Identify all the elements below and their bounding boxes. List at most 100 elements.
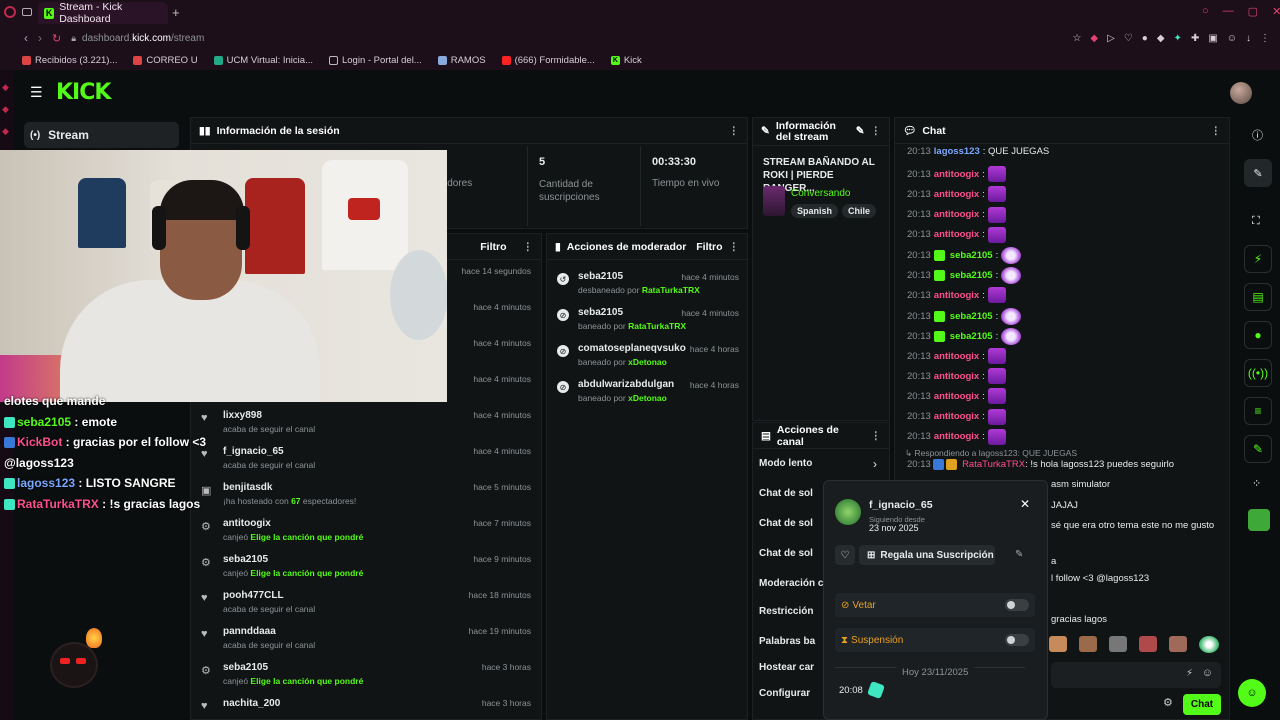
mod-target-user[interactable]: comatoseplaneqvsuko [578,343,686,354]
chat-username[interactable]: antitoogix [934,431,979,442]
emote-icon[interactable] [1109,636,1127,652]
bookmark-item[interactable]: (666) Formidable... [501,55,595,66]
bookmark-item[interactable]: Login - Portal del... [328,55,422,66]
more-icon[interactable]: ⋮ [871,126,882,137]
heart-icon[interactable]: ♡ [1124,33,1133,44]
close-icon[interactable]: ✕ [1020,497,1030,511]
ext-icon[interactable]: ● [1142,33,1148,44]
ext-icon[interactable]: ◆ [1157,33,1165,44]
play-icon[interactable]: ▷ [1107,33,1115,44]
activity-username[interactable]: pannddaaa [223,626,276,637]
emote-icon[interactable] [1169,636,1187,652]
search-tabs-icon[interactable]: ○ [1202,5,1209,18]
activity-item[interactable]: ♥ nachita_200 hace 3 horas [191,692,541,719]
chat-username[interactable]: antitoogix [934,229,979,240]
settings-gear-icon[interactable]: ⚙ [1163,696,1173,709]
extension-app-icon[interactable] [1248,509,1270,531]
chat-message[interactable]: 20:13 lagoss123: QUE JUEGAS [907,146,1049,157]
mod-target-user[interactable]: seba2105 [578,271,623,282]
activity-username[interactable]: antitoogix [223,518,271,529]
activity-item[interactable]: ♥ lixxy898 acaba de seguir el canal hace 4 … [191,404,541,440]
activity-item[interactable]: ⚙ antitoogix canjeó Elige la canción que p… [191,512,541,548]
edit-icon[interactable]: ✎ [856,126,865,137]
quick-action-icon[interactable]: ⚡︎ [1244,245,1272,273]
avatar[interactable] [1230,82,1252,104]
activity-username[interactable]: seba2105 [223,554,268,565]
bookmark-item[interactable]: K Kick [610,55,642,66]
maximize-icon[interactable]: ▢ [1248,5,1258,18]
menu-icon[interactable]: ⋮ [1260,33,1270,44]
chat-username[interactable]: antitoogix [934,391,979,402]
edit-layout-icon[interactable]: ✎ [1244,159,1272,187]
info-icon[interactable]: ⓘ [1252,127,1263,143]
reload-icon[interactable]: ↻ [52,32,61,45]
mod-target-user[interactable]: abdulwarizabdulgan [578,379,674,390]
chat-username[interactable]: antitoogix [934,371,979,382]
chat-username[interactable]: seba2105 [950,270,993,281]
emote-icon[interactable] [1139,636,1157,652]
activity-username[interactable]: f_ignacio_65 [223,446,284,457]
send-chat-button[interactable]: Chat [1183,694,1221,715]
chat-bubble-icon[interactable]: ● [1244,321,1272,349]
address-field[interactable]: dashboard.kick.com/stream [82,33,204,44]
chat-username[interactable]: antitoogix [934,209,979,220]
nav-stream[interactable]: (•) Stream [24,122,179,148]
activity-username[interactable]: benjitasdk [223,482,272,493]
clipboard-icon[interactable]: ▤ [1244,283,1272,311]
activity-item[interactable]: ♥ pooh477CLL acaba de seguir el canal hace … [191,584,541,620]
new-tab-icon[interactable]: + [172,5,180,20]
activity-item[interactable]: ⚙ seba2105 canjeó Elige la canción que pon… [191,548,541,584]
download-icon[interactable]: ↓ [1246,33,1251,44]
mod-action-item[interactable]: ⊘ abdulwarizabdulgan baneado por xDetonao h… [547,374,747,410]
mod-filter-button[interactable]: Filtro [696,241,722,253]
tab-kick-dashboard[interactable]: K Stream - Kick Dashboard [38,1,168,25]
chat-message[interactable]: 20:13 RataTurkaTRX: !s hola lagoss123 pu… [907,459,1174,470]
bookmark-star-icon[interactable]: ☆ [1072,33,1081,44]
chat-message[interactable]: 20:13 antitoogix: [907,166,1006,183]
chat-message[interactable]: 20:13 seba2105: [907,327,1022,345]
follow-heart-button[interactable]: ♡ [835,545,855,565]
bookmark-item[interactable]: CORREO U [133,55,198,66]
emote-icon[interactable] [1199,636,1219,653]
chat-message[interactable]: 20:13 antitoogix: [907,408,1006,425]
activity-item[interactable]: ♥ pannddaaa acaba de seguir el canal hace 1… [191,620,541,656]
bookmark-item[interactable]: UCM Virtual: Inicia... [213,55,313,66]
mod-target-user[interactable]: seba2105 [578,307,623,318]
chat-message[interactable]: 20:13 seba2105: [907,307,1022,325]
activity-item[interactable]: ⚙ seba2105 canjeó Elige la canción que pon… [191,656,541,692]
activity-username[interactable]: seba2105 [223,662,268,673]
moderator-name[interactable]: xDetonao [628,393,667,403]
shield-icon[interactable]: ◆ [1090,33,1098,44]
puzzle-icon[interactable]: ✚ [1191,33,1199,44]
chat-username[interactable]: antitoogix [934,290,979,301]
activity-username[interactable]: pooh477CLL [223,590,284,601]
tag[interactable]: Spanish [791,204,839,218]
emote-icon[interactable] [1049,636,1067,652]
chat-username[interactable]: antitoogix [934,169,979,180]
moderator-name[interactable]: RataTurkaTRX [642,285,700,295]
moderator-name[interactable]: xDetonao [628,357,667,367]
kick-logo[interactable]: KICK [56,80,111,105]
chat-username[interactable]: seba2105 [950,311,993,322]
help-chat-icon[interactable]: ☺ [1238,679,1266,707]
tag[interactable]: Chile [842,204,877,218]
pin-icon[interactable]: ✎ [1015,549,1023,560]
mod-action-item[interactable]: ↺ seba2105 desbaneado por RataTurkaTRX hace… [547,266,747,302]
chat-message[interactable]: 20:13 antitoogix: [907,388,1006,405]
mod-action-item[interactable]: ⊘ comatoseplaneqvsuko baneado por xDetonao… [547,338,747,374]
chat-message[interactable]: 20:13 seba2105: [907,247,1022,264]
chat-message[interactable]: 20:13 antitoogix: [907,428,1006,445]
shortcuts-icon[interactable]: ⚡︎ [1186,668,1193,679]
browser-logo-icon[interactable] [4,6,16,18]
chat-message[interactable]: 20:13 antitoogix: [907,206,1006,223]
activity-filter-button[interactable]: Filtro [480,241,506,253]
minimize-icon[interactable]: — [1223,5,1234,18]
chat-username[interactable]: seba2105 [950,250,993,261]
timeout-toggle[interactable] [1005,634,1029,646]
chat-username[interactable]: antitoogix [934,411,979,422]
chat-username[interactable]: antitoogix [934,189,979,200]
chat-message[interactable]: 20:13 antitoogix: [907,368,1006,385]
activity-item[interactable]: ♥ f_ignacio_65 acaba de seguir el canal hac… [191,440,541,476]
wrench-icon[interactable]: ✎ [1244,435,1272,463]
server-icon[interactable]: ≡ [1244,397,1272,425]
